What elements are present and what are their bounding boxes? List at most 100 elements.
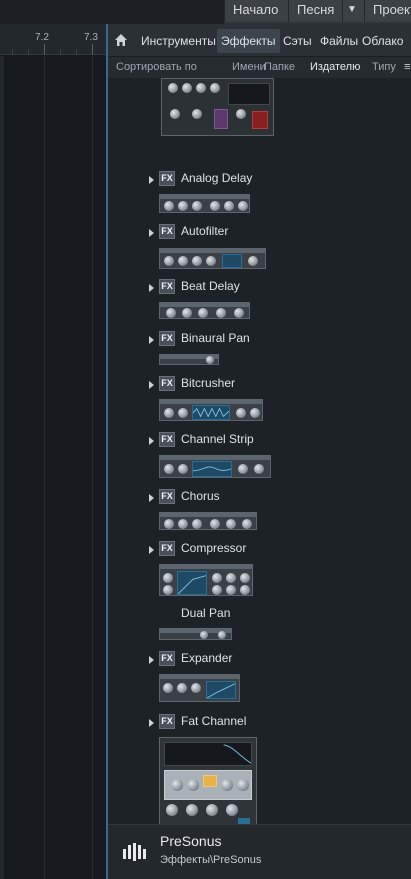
plugin-name: Dual Pan xyxy=(181,606,231,620)
song-page-button[interactable]: Песня xyxy=(288,0,342,22)
module-panel xyxy=(214,109,228,129)
knob-icon xyxy=(218,631,226,639)
expand-arrow-icon[interactable] xyxy=(149,176,154,184)
sort-options-icon[interactable]: ≡ xyxy=(404,57,410,78)
knob-icon xyxy=(164,201,174,211)
knob-icon xyxy=(170,109,180,119)
expand-arrow-icon[interactable] xyxy=(149,284,154,292)
list-item[interactable]: FX Expander xyxy=(108,650,408,670)
plugin-thumbnail xyxy=(159,674,240,702)
expand-arrow-icon[interactable] xyxy=(149,656,154,664)
module-panel xyxy=(252,111,268,129)
sort-by-name[interactable]: Имени xyxy=(232,57,266,78)
knob-icon xyxy=(238,201,248,211)
fx-badge: FX xyxy=(159,432,175,447)
sort-by-type[interactable]: Типу xyxy=(372,57,396,78)
song-menu-chevron-icon[interactable]: ▼ xyxy=(342,0,364,22)
fx-badge: FX xyxy=(159,651,175,666)
thumbnail-header xyxy=(160,513,256,517)
tab-instruments[interactable]: Инструменты xyxy=(137,29,220,53)
plugin-name: Analog Delay xyxy=(181,171,253,185)
home-icon[interactable] xyxy=(114,33,128,47)
knob-icon xyxy=(192,519,202,529)
fx-badge: FX xyxy=(159,331,175,346)
list-item[interactable]: FX Analog Delay xyxy=(108,170,408,190)
list-item[interactable]: FX Compressor xyxy=(108,540,408,560)
list-item[interactable]: FX Autofilter xyxy=(108,223,408,243)
knob-icon xyxy=(216,308,226,318)
knob-icon xyxy=(238,464,248,474)
knob-icon xyxy=(182,83,192,93)
knob-icon xyxy=(163,585,173,595)
tab-effects[interactable]: Эффекты xyxy=(217,29,280,53)
expand-arrow-icon[interactable] xyxy=(149,336,154,344)
knob-icon xyxy=(234,308,244,318)
effects-list[interactable]: FX Analog Delay FX Autofilter FX Beat De… xyxy=(108,78,411,824)
plugin-name: Chorus xyxy=(181,489,220,503)
knob-icon xyxy=(192,109,202,119)
knob-icon xyxy=(178,408,188,418)
plugin-thumbnail xyxy=(159,302,250,319)
plugin-thumbnail xyxy=(161,78,274,136)
expand-arrow-icon[interactable] xyxy=(149,381,154,389)
ruler-minor-mark xyxy=(60,49,61,55)
footer-vendor-title: PreSonus xyxy=(160,833,222,849)
plugin-name: Expander xyxy=(181,651,233,665)
knob-icon xyxy=(164,464,174,474)
plugin-thumbnail xyxy=(159,737,257,824)
project-page-button[interactable]: Проект xyxy=(364,0,411,22)
list-item[interactable]: FX Fat Channel xyxy=(108,713,408,733)
display-screen xyxy=(164,742,252,766)
thumbnail-header xyxy=(160,675,239,679)
presonus-logo-icon xyxy=(123,843,146,861)
knob-icon xyxy=(191,683,201,693)
display-screen xyxy=(228,83,270,105)
vu-meter xyxy=(203,775,217,787)
fx-badge: FX xyxy=(159,376,175,391)
tab-sets[interactable]: Сэты xyxy=(279,29,316,53)
ruler-minor-mark xyxy=(28,49,29,55)
expand-arrow-icon[interactable] xyxy=(149,546,154,554)
knob-icon xyxy=(237,779,249,791)
plugin-thumbnail xyxy=(159,194,250,213)
plugin-name: Binaural Pan xyxy=(181,331,250,345)
ruler-minor-mark xyxy=(12,49,13,55)
plugin-name: Fat Channel xyxy=(181,714,247,728)
knob-icon xyxy=(250,408,260,418)
tab-cloud[interactable]: Облако xyxy=(358,29,407,53)
sort-by-folder[interactable]: Папке xyxy=(264,57,295,78)
expand-arrow-icon[interactable] xyxy=(149,229,154,237)
knob-icon xyxy=(200,631,208,639)
sort-by-label: Сортировать по xyxy=(116,61,197,73)
knob-icon xyxy=(166,308,176,318)
plugin-faceplate xyxy=(164,770,252,800)
list-item[interactable]: FX Chorus xyxy=(108,488,408,508)
list-item[interactable]: Dual Pan xyxy=(108,605,408,625)
tab-files[interactable]: Файлы xyxy=(316,29,362,53)
plugin-thumbnail xyxy=(159,455,271,478)
timeline-ruler[interactable]: 7.2 7.3 xyxy=(0,24,106,55)
ruler-tick-label: 7.3 xyxy=(84,32,98,43)
plugin-name: Bitcrusher xyxy=(181,376,236,390)
top-bar-spacer xyxy=(0,0,224,24)
arrange-view[interactable]: 7.2 7.3 xyxy=(0,24,106,879)
list-item[interactable]: FX Bitcrusher xyxy=(108,375,408,395)
knob-icon xyxy=(178,519,188,529)
knob-icon xyxy=(248,256,258,266)
knob-icon xyxy=(226,804,238,816)
knob-icon xyxy=(226,585,236,595)
plugin-name: Autofilter xyxy=(181,224,229,238)
list-item[interactable]: FX Beat Delay xyxy=(108,278,408,298)
knob-icon xyxy=(196,83,206,93)
expand-arrow-icon[interactable] xyxy=(149,494,154,502)
expand-arrow-icon[interactable] xyxy=(149,437,154,445)
knob-icon xyxy=(226,573,236,583)
list-item[interactable]: FX Binaural Pan xyxy=(108,330,408,350)
sort-by-vendor[interactable]: Издателю xyxy=(310,57,360,78)
expand-arrow-icon[interactable] xyxy=(149,719,154,727)
knob-icon xyxy=(236,109,246,119)
start-page-button[interactable]: Начало xyxy=(224,0,288,22)
knob-icon xyxy=(242,519,252,529)
list-item[interactable]: FX Channel Strip xyxy=(108,431,408,451)
expander-graph xyxy=(206,681,236,699)
